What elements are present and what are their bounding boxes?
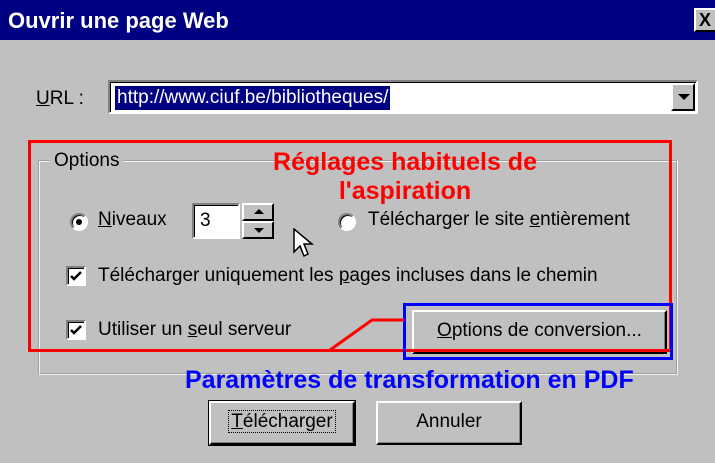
open-web-page-dialog: Ouvrir une page Web X URL : http://www.c…: [0, 0, 715, 463]
mouse-pointer-icon: [293, 228, 315, 258]
pdf-settings-annotation: Paramètres de transformation en PDF: [185, 366, 634, 394]
